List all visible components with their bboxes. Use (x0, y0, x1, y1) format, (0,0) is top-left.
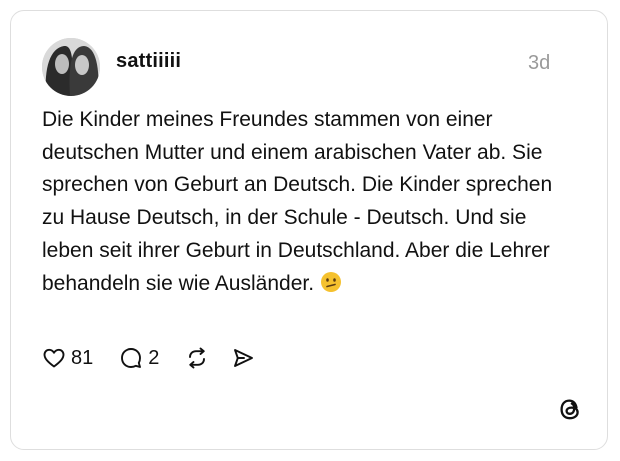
confused-face-emoji (320, 271, 342, 304)
comment-button[interactable]: 2 (119, 346, 159, 370)
repost-button[interactable] (185, 346, 209, 370)
avatar[interactable] (42, 38, 100, 96)
post-body: Die Kinder meines Freundes stammen von e… (42, 108, 553, 295)
heart-icon (43, 348, 65, 368)
comment-icon (121, 348, 142, 368)
like-count: 81 (71, 346, 94, 369)
username[interactable]: sattiiiii (116, 50, 181, 73)
post-timestamp: 3d (528, 52, 551, 74)
threads-logo-icon (556, 394, 584, 429)
share-button[interactable] (231, 346, 255, 370)
share-icon (234, 349, 254, 367)
post-actions: 81 2 (42, 343, 255, 373)
repost-icon (189, 347, 206, 369)
post-text: Die Kinder meines Freundes stammen von e… (42, 104, 572, 303)
comment-count: 2 (148, 346, 160, 369)
like-button[interactable]: 81 (42, 346, 93, 370)
